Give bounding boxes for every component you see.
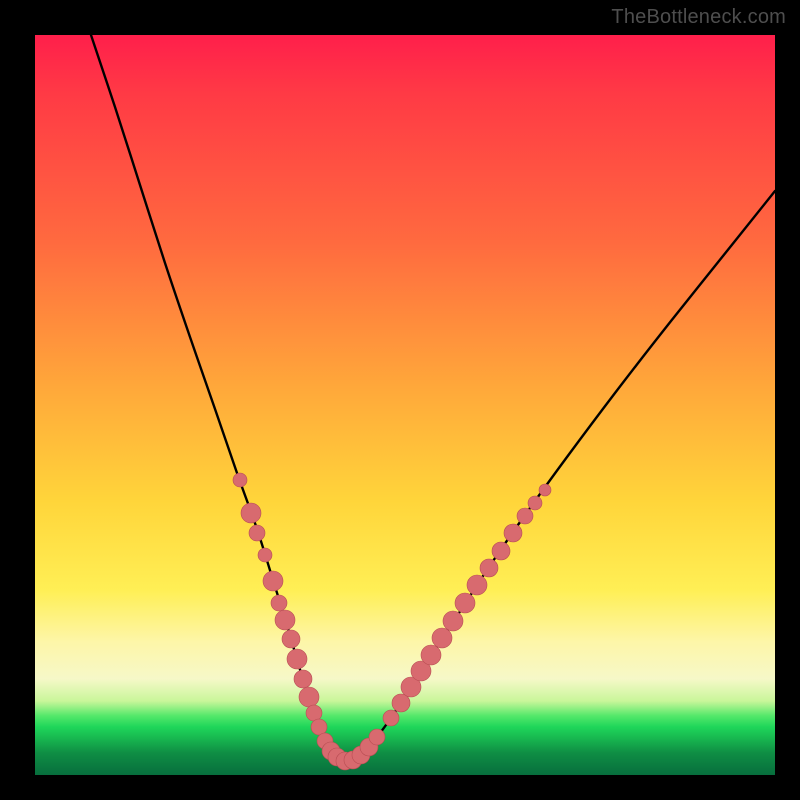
data-dot — [299, 687, 319, 707]
plot-area — [35, 35, 775, 775]
data-dot — [294, 670, 312, 688]
data-dot — [233, 473, 247, 487]
data-dot — [443, 611, 463, 631]
dots-valley — [317, 729, 385, 770]
data-dot — [263, 571, 283, 591]
data-dot — [249, 525, 265, 541]
data-dot — [504, 524, 522, 542]
data-dot — [492, 542, 510, 560]
data-dot — [432, 628, 452, 648]
data-dot — [392, 694, 410, 712]
curve-layer — [35, 35, 775, 775]
dots-left-branch — [233, 473, 327, 735]
data-dot — [467, 575, 487, 595]
data-dot — [455, 593, 475, 613]
data-dot — [369, 729, 385, 745]
data-dot — [306, 705, 322, 721]
data-dot — [517, 508, 533, 524]
chart-frame: TheBottleneck.com — [0, 0, 800, 800]
watermark-text: TheBottleneck.com — [611, 6, 786, 29]
data-dot — [421, 645, 441, 665]
dots-right-branch — [383, 484, 551, 726]
data-dot — [528, 496, 542, 510]
data-dot — [275, 610, 295, 630]
data-dot — [282, 630, 300, 648]
data-dot — [480, 559, 498, 577]
data-dot — [258, 548, 272, 562]
data-dot — [287, 649, 307, 669]
data-dot — [311, 719, 327, 735]
data-dot — [383, 710, 399, 726]
data-dot — [241, 503, 261, 523]
data-dot — [539, 484, 551, 496]
data-dot — [271, 595, 287, 611]
